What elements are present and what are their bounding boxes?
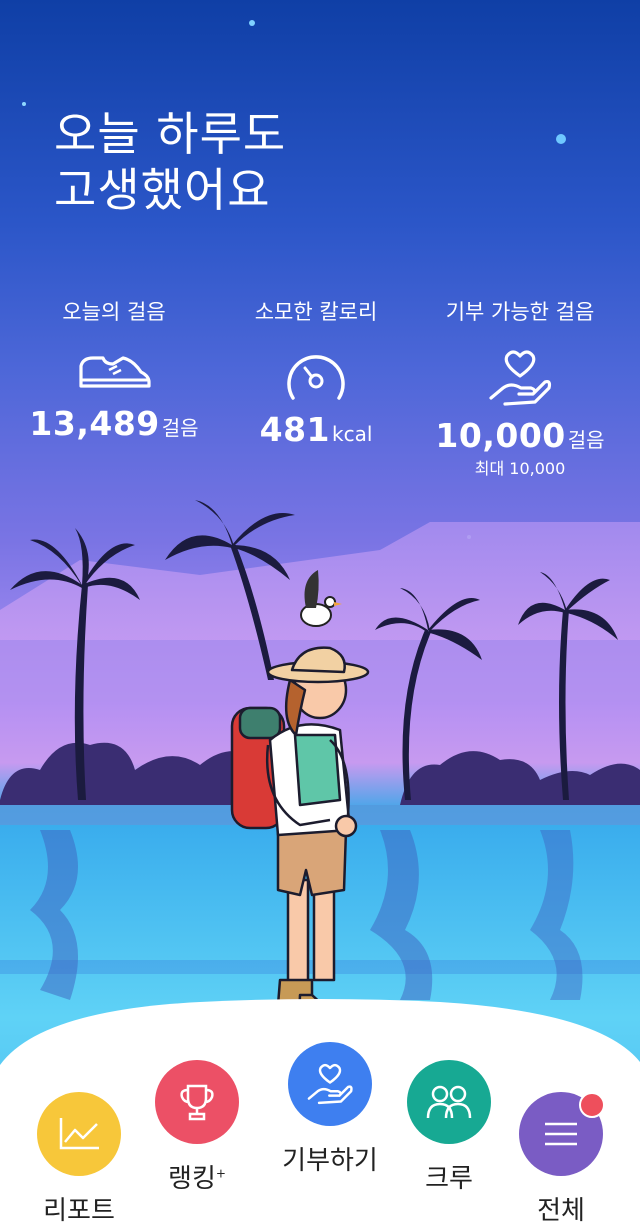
nav-report-button[interactable]: 리포트 xyxy=(19,1092,139,1227)
report-circle xyxy=(37,1092,121,1176)
heart-hand-icon xyxy=(307,1063,353,1105)
nav-label-donate: 기부하기 xyxy=(282,1146,378,1176)
menu-icon xyxy=(545,1122,577,1146)
chart-icon xyxy=(59,1118,99,1150)
crew-circle xyxy=(407,1060,491,1144)
notification-badge xyxy=(579,1092,605,1118)
nav-label-all: 전체 xyxy=(537,1196,585,1226)
nav-label-report: 리포트 xyxy=(43,1196,115,1226)
walk-home-screen: 오늘 하루도 고생했어요 오늘의 걸음 13,489 걸음 소모한 칼로리 481… xyxy=(0,0,640,1230)
nav-label-ranking: 랭킹+ xyxy=(137,1158,257,1195)
nav-all-menu-button[interactable]: 전체 xyxy=(501,1092,621,1227)
donate-circle xyxy=(288,1042,372,1126)
trophy-icon xyxy=(180,1084,214,1121)
ranking-text: 랭킹 xyxy=(168,1164,216,1194)
nav-crew-button[interactable]: 크루 xyxy=(389,1060,509,1195)
all-menu-circle xyxy=(519,1092,605,1176)
ranking-plus-mark: + xyxy=(215,1166,226,1181)
nav-ranking-button[interactable]: 랭킹+ xyxy=(137,1060,257,1195)
nav-label-crew: 크루 xyxy=(425,1164,473,1194)
ranking-circle xyxy=(155,1060,239,1144)
nav-donate-button[interactable]: 기부하기 xyxy=(270,1042,390,1177)
people-icon xyxy=(426,1085,472,1119)
